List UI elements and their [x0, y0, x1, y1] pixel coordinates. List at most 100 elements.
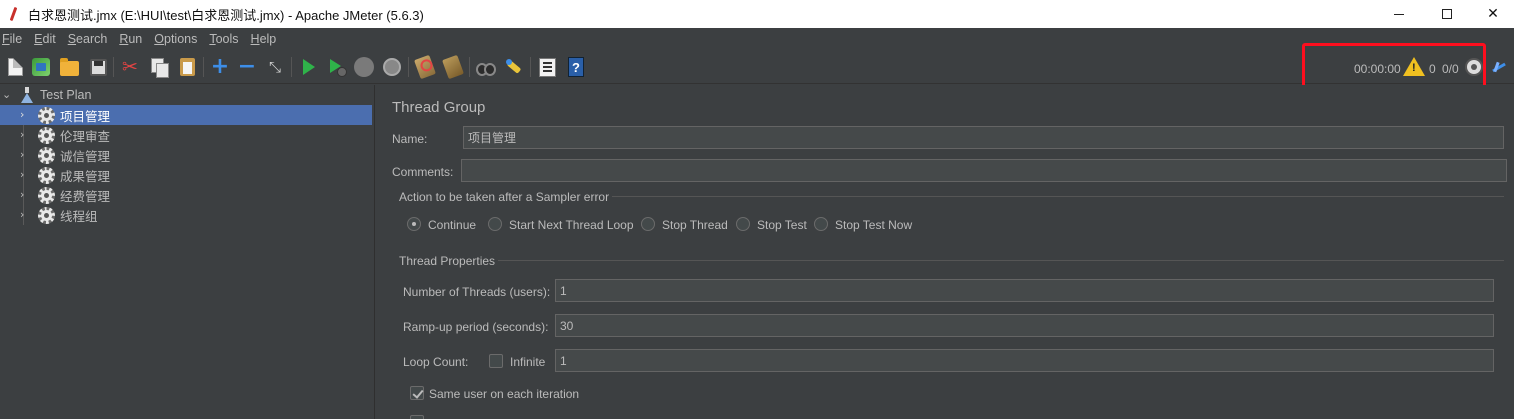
comments-field[interactable] — [461, 159, 1507, 182]
paste-button[interactable] — [176, 56, 198, 78]
toolbar-separator — [469, 57, 470, 77]
shutdown-button[interactable] — [381, 56, 403, 78]
menu-edit[interactable]: Edit — [34, 32, 56, 46]
toolbar-separator — [530, 57, 531, 77]
copy-button[interactable] — [148, 56, 170, 78]
menu-edit-mnemonic: E — [34, 32, 43, 46]
menu-options[interactable]: Options — [154, 32, 197, 46]
chevron-right-icon[interactable]: › — [20, 209, 30, 220]
stop-test-label: Stop Test — [757, 218, 807, 232]
toolbar: ✂ + − ⤡ ? — [0, 50, 1514, 84]
rampup-field[interactable]: 30 — [555, 314, 1494, 337]
chevron-right-icon[interactable]: › — [20, 169, 30, 180]
tree-node-thread-group[interactable]: › 伦理审查 — [0, 125, 372, 145]
menu-bar: File Edit Search Run Options Tools Help — [0, 28, 1514, 50]
chevron-right-icon[interactable]: › — [20, 149, 30, 160]
menu-tools[interactable]: Tools — [209, 32, 238, 46]
menu-file[interactable]: File — [2, 32, 22, 46]
tree-node-test-plan[interactable]: ⌄ Test Plan — [0, 85, 372, 105]
function-helper-button[interactable] — [536, 56, 558, 78]
collapse-icon: − — [237, 54, 257, 79]
start-no-timers-button[interactable] — [326, 56, 348, 78]
copy-icon — [151, 58, 169, 78]
menu-run[interactable]: Run — [119, 32, 142, 46]
name-field[interactable]: 项目管理 — [463, 126, 1504, 149]
window-title: 白求恩测试.jmx (E:\HUI\test\白求恩测试.jmx) - Apac… — [28, 7, 424, 23]
collapse-all-button[interactable]: − — [236, 56, 258, 78]
new-icon — [7, 58, 23, 76]
tree-node-label: Test Plan — [40, 88, 92, 102]
templates-icon — [32, 58, 50, 76]
stop-test-now-label: Stop Test Now — [835, 218, 913, 232]
start-next-thread-loop-label: Start Next Thread Loop — [509, 218, 634, 232]
chevron-right-icon[interactable]: › — [20, 129, 30, 140]
reset-search-icon — [505, 58, 523, 76]
stop-icon — [354, 57, 374, 77]
toolbar-separator — [291, 57, 292, 77]
new-button[interactable] — [4, 56, 26, 78]
same-user-checkbox[interactable] — [410, 386, 424, 400]
tree-node-label: 成果管理 — [60, 169, 111, 184]
clear-all-button[interactable] — [442, 54, 464, 80]
start-icon — [303, 59, 315, 75]
split-pane-divider[interactable] — [374, 85, 382, 419]
chevron-right-icon[interactable]: › — [20, 109, 30, 120]
reset-search-button[interactable] — [503, 56, 525, 78]
help-button[interactable]: ? — [565, 56, 587, 78]
maximize-button[interactable] — [1424, 0, 1470, 28]
menu-run-mnemonic: R — [119, 32, 129, 46]
cut-button[interactable]: ✂ — [119, 56, 141, 78]
panel-title: Thread Group — [392, 99, 486, 116]
continue-radio[interactable] — [407, 217, 421, 231]
tree-node-label: 伦理审查 — [60, 129, 111, 144]
clear-button[interactable] — [414, 54, 436, 80]
expand-all-button[interactable]: + — [209, 56, 231, 78]
start-button[interactable] — [298, 56, 320, 78]
chevron-down-icon[interactable]: ⌄ — [2, 89, 12, 100]
toolbar-separator — [113, 57, 114, 77]
close-button[interactable]: ✕ — [1470, 0, 1514, 28]
shutdown-icon — [383, 58, 401, 76]
delay-thread-creation-checkbox[interactable] — [410, 415, 424, 419]
stop-test-now-radio[interactable] — [814, 217, 828, 231]
stop-button[interactable] — [353, 56, 375, 78]
tree-node-label: 经费管理 — [60, 189, 111, 204]
infinite-checkbox[interactable] — [489, 354, 503, 368]
search-button[interactable] — [475, 56, 497, 78]
infinite-label: Infinite — [510, 355, 546, 369]
chevron-right-icon[interactable]: › — [20, 189, 30, 200]
tree-node-thread-group[interactable]: › 成果管理 — [0, 165, 372, 185]
stop-thread-radio[interactable] — [641, 217, 655, 231]
thread-group-panel: Thread Group Name: 项目管理 Comments: Action… — [382, 85, 1514, 419]
menu-search[interactable]: Search — [68, 32, 108, 46]
close-icon: ✕ — [1487, 6, 1499, 22]
threads-field[interactable]: 1 — [555, 279, 1494, 302]
tree-node-thread-group[interactable]: › 线程组 — [0, 205, 372, 225]
toggle-button[interactable]: ⤡ — [264, 56, 286, 78]
look-and-feel-icon[interactable] — [1492, 60, 1508, 74]
open-button[interactable] — [58, 56, 80, 78]
clear-all-icon — [442, 54, 464, 80]
tree-node-label: 诚信管理 — [60, 149, 111, 164]
paste-icon — [179, 58, 195, 76]
jmeter-feather-icon — [7, 6, 21, 22]
stop-test-radio[interactable] — [736, 217, 750, 231]
tree-node-thread-group[interactable]: › 项目管理 — [0, 105, 372, 125]
comments-label: Comments: — [392, 165, 454, 179]
menu-help[interactable]: Help — [251, 32, 277, 46]
cut-icon: ✂ — [122, 55, 138, 78]
save-icon — [89, 58, 107, 76]
name-label: Name: — [392, 132, 428, 146]
sampler-error-group-title: Action to be taken after a Sampler error — [399, 190, 610, 204]
tree-node-thread-group[interactable]: › 经费管理 — [0, 185, 372, 205]
start-next-thread-loop-radio[interactable] — [488, 217, 502, 231]
templates-button[interactable] — [30, 56, 52, 78]
thread-group-icon — [38, 187, 55, 204]
loop-count-field[interactable]: 1 — [555, 349, 1494, 372]
save-button[interactable] — [87, 56, 109, 78]
search-icon — [476, 60, 496, 76]
tree-node-thread-group[interactable]: › 诚信管理 — [0, 145, 372, 165]
menu-options-label: ptions — [164, 32, 198, 46]
expand-icon: + — [210, 54, 230, 79]
minimize-button[interactable] — [1376, 0, 1422, 28]
